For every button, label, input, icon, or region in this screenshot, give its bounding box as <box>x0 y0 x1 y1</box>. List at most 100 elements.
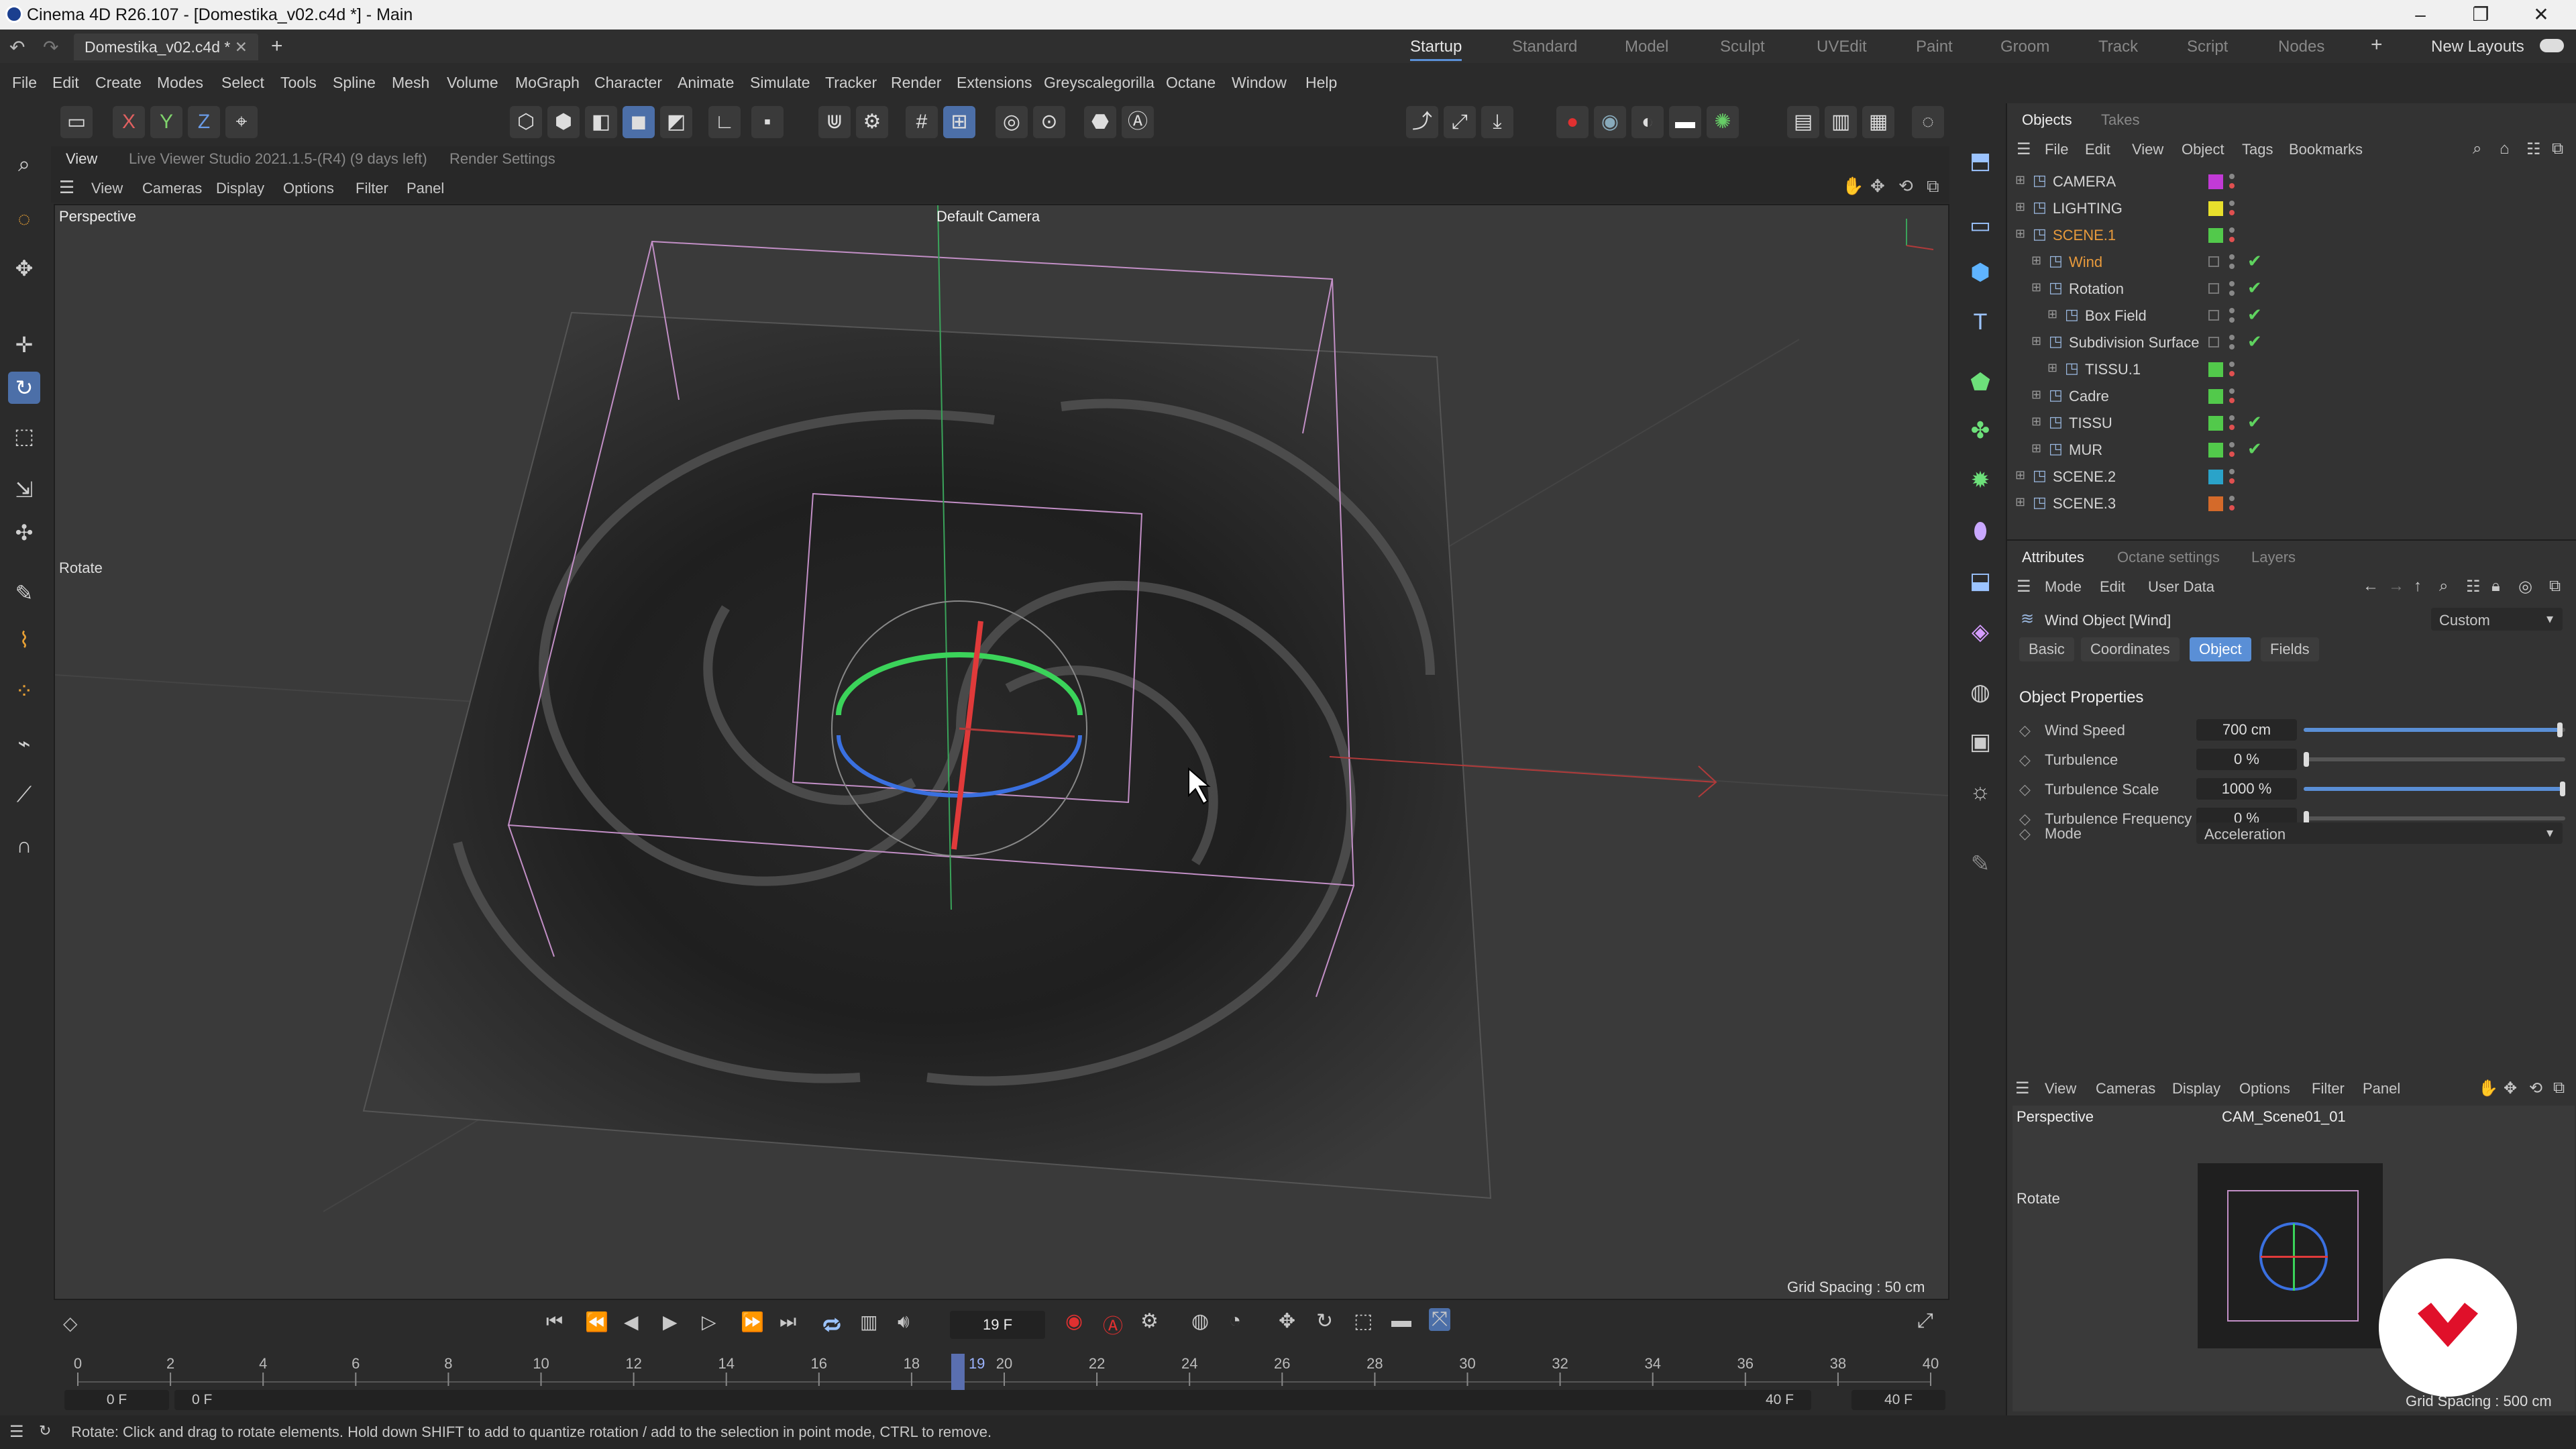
up-arrow-icon[interactable]: ↑ <box>2414 577 2422 596</box>
redshift-icon[interactable]: ◌ <box>1912 106 1944 138</box>
time-ruler[interactable]: 0 2 4 6 8 10 12 14 16 18 20 22 24 26 28 30 32 34 36 38 40 19 <box>51 1352 1952 1393</box>
menu-tracker[interactable]: Tracker <box>825 74 877 92</box>
subtab-object[interactable]: Object <box>2190 637 2251 661</box>
pen-icon[interactable]: ✎ <box>1963 847 1998 881</box>
material-sphere-icon[interactable]: ◉ <box>1594 106 1626 138</box>
axis-mode-icon[interactable]: ∟ <box>708 106 741 138</box>
attributes-filter-icon[interactable]: ☷ <box>2466 577 2481 596</box>
expand-toggle-icon[interactable]: ⊞ <box>2031 441 2041 455</box>
secondary-menu-display[interactable]: Display <box>2172 1080 2220 1097</box>
layer-color-swatch[interactable] <box>2208 470 2223 484</box>
object-row[interactable]: ⊞ ◳ Wind ✔ <box>2007 248 2576 275</box>
expand-toggle-icon[interactable]: ⊞ <box>2015 495 2025 509</box>
rotate-tool-icon[interactable]: ↻ <box>8 372 40 404</box>
objects-home-icon[interactable]: ⌂ <box>2500 140 2510 158</box>
object-name[interactable]: LIGHTING <box>2053 200 2123 217</box>
loop-icon[interactable]: 🔁︎ <box>822 1311 841 1339</box>
menu-tools[interactable]: Tools <box>280 74 317 92</box>
render-settings-tab[interactable]: Render Settings <box>449 150 555 168</box>
object-name[interactable]: Cadre <box>2069 388 2109 405</box>
coordinate-system-icon[interactable]: ⌖ <box>225 106 258 138</box>
menu-greyscalegorilla[interactable]: Greyscalegorilla <box>1044 74 1155 92</box>
menu-mesh[interactable]: Mesh <box>392 74 429 92</box>
visibility-dots[interactable] <box>2229 413 2235 433</box>
key-position-icon[interactable]: ✥ <box>1279 1309 1295 1333</box>
object-name[interactable]: TISSU.1 <box>2085 361 2141 378</box>
expand-toggle-icon[interactable]: ⊞ <box>2047 307 2057 321</box>
next-key-icon[interactable]: ⏩ <box>741 1311 764 1333</box>
object-name[interactable]: Box Field <box>2085 307 2147 325</box>
property-slider[interactable] <box>2304 782 2565 796</box>
subtab-basic[interactable]: Basic <box>2019 637 2074 661</box>
objects-menu-icon[interactable]: ☰ <box>2017 140 2031 159</box>
grid-snap-icon[interactable]: # <box>906 106 938 138</box>
snap-settings-icon[interactable]: ⚙ <box>856 106 888 138</box>
auto-icon[interactable]: Ⓐ <box>1122 106 1154 138</box>
key-rotation-icon[interactable]: ↻ <box>1316 1309 1333 1333</box>
objects-menu-view[interactable]: View <box>2132 141 2163 158</box>
mode-dropdown[interactable]: Acceleration ▾ <box>2196 822 2563 844</box>
forward-arrow-icon[interactable]: → <box>2388 577 2404 596</box>
visibility-dots[interactable] <box>2229 279 2235 299</box>
viewport-menu-options[interactable]: Options <box>283 180 334 197</box>
rotate-view-icon[interactable]: ⟲ <box>1898 176 1913 197</box>
expand-toggle-icon[interactable]: ⊞ <box>2015 227 2025 241</box>
object-name[interactable]: TISSU <box>2069 415 2112 432</box>
auto-key-timing-icon[interactable]: ◔ <box>1229 1309 1241 1332</box>
go-to-start-icon[interactable]: ⏮ <box>546 1311 563 1333</box>
redo-icon[interactable]: ↷ <box>43 36 58 58</box>
edges-mode-icon[interactable]: ⬢ <box>547 106 580 138</box>
slider-knob[interactable] <box>2304 752 2309 767</box>
tab-octane-settings[interactable]: Octane settings <box>2117 549 2220 566</box>
visibility-dots[interactable] <box>2229 333 2235 353</box>
object-row[interactable]: ⊞ ◳ Cadre <box>2007 382 2576 409</box>
enabled-check-icon[interactable]: ✔ <box>2247 331 2262 352</box>
subtab-coordinates[interactable]: Coordinates <box>2081 637 2180 661</box>
spline-pen-icon[interactable]: ✎ <box>8 577 40 609</box>
live-viewer-tab[interactable]: Live Viewer Studio 2021.1.5-(R4) (9 days… <box>129 150 427 168</box>
viewport-3d[interactable]: Perspective Default Camera Rotate Grid S… <box>54 204 1949 1300</box>
menu-modes[interactable]: Modes <box>157 74 203 92</box>
end-frame-field[interactable]: 40 F <box>1851 1390 1945 1410</box>
move-tool-icon[interactable]: ✥ <box>8 252 40 284</box>
visibility-dots[interactable] <box>2229 225 2235 246</box>
secondary-camera-label[interactable]: CAM_Scene01_01 <box>2222 1108 2346 1126</box>
object-row[interactable]: ⊞ ◳ CAMERA <box>2007 168 2576 195</box>
secondary-menu-options[interactable]: Options <box>2239 1080 2290 1097</box>
keyframe-diamond-icon[interactable]: ◇ <box>2019 781 2031 798</box>
layer-color-swatch[interactable] <box>2208 310 2219 321</box>
menu-edit[interactable]: Edit <box>52 74 79 92</box>
attributes-menu-icon[interactable]: ☰ <box>2017 577 2031 596</box>
plane-object-icon[interactable]: ▭ <box>1963 208 1998 243</box>
object-row[interactable]: ⊞ ◳ SCENE.1 <box>2007 221 2576 248</box>
sketch-icon[interactable]: ⁘ <box>8 675 40 707</box>
expand-toggle-icon[interactable]: ⊞ <box>2047 361 2057 375</box>
expand-toggle-icon[interactable]: ⊞ <box>2031 254 2041 268</box>
record-icon[interactable]: ◉ <box>1065 1309 1083 1333</box>
enabled-check-icon[interactable]: ✔ <box>2247 439 2262 460</box>
enabled-check-icon[interactable]: ✔ <box>2247 278 2262 299</box>
object-name[interactable]: SCENE.2 <box>2053 468 2116 486</box>
undo-icon[interactable]: ↶ <box>9 36 25 58</box>
property-value-field[interactable]: 700 cm <box>2196 719 2297 741</box>
viewport-tab-view[interactable]: View <box>66 150 97 168</box>
preset-dropdown[interactable]: Custom ▾ <box>2431 608 2563 631</box>
render-to-picture-viewer-icon[interactable]: ⤓ <box>1481 106 1513 138</box>
lock-panel-icon[interactable]: 🔒︎ <box>2491 577 2500 596</box>
secondary-menu-cameras[interactable]: Cameras <box>2096 1080 2155 1097</box>
scene-icon[interactable]: ◈ <box>1963 614 1998 649</box>
live-selection-icon[interactable]: ◌ <box>8 203 40 235</box>
previous-frame-icon[interactable]: ◀ <box>624 1311 639 1333</box>
layout-tab-standard[interactable]: Standard <box>1512 38 1577 56</box>
uv-mode-icon[interactable]: ◩ <box>660 106 692 138</box>
layer-color-swatch[interactable] <box>2208 496 2223 511</box>
current-frame-field[interactable]: 19 F <box>950 1311 1045 1339</box>
enabled-check-icon[interactable]: ✔ <box>2247 251 2262 272</box>
object-name[interactable]: CAMERA <box>2053 173 2116 191</box>
object-name[interactable]: Wind <box>2069 254 2102 271</box>
menu-volume[interactable]: Volume <box>447 74 498 92</box>
visibility-dots[interactable] <box>2229 467 2235 487</box>
keyframe-diamond-icon[interactable]: ◇ <box>2019 722 2031 739</box>
layer-color-swatch[interactable] <box>2208 228 2223 243</box>
layer-color-swatch[interactable] <box>2208 256 2219 267</box>
